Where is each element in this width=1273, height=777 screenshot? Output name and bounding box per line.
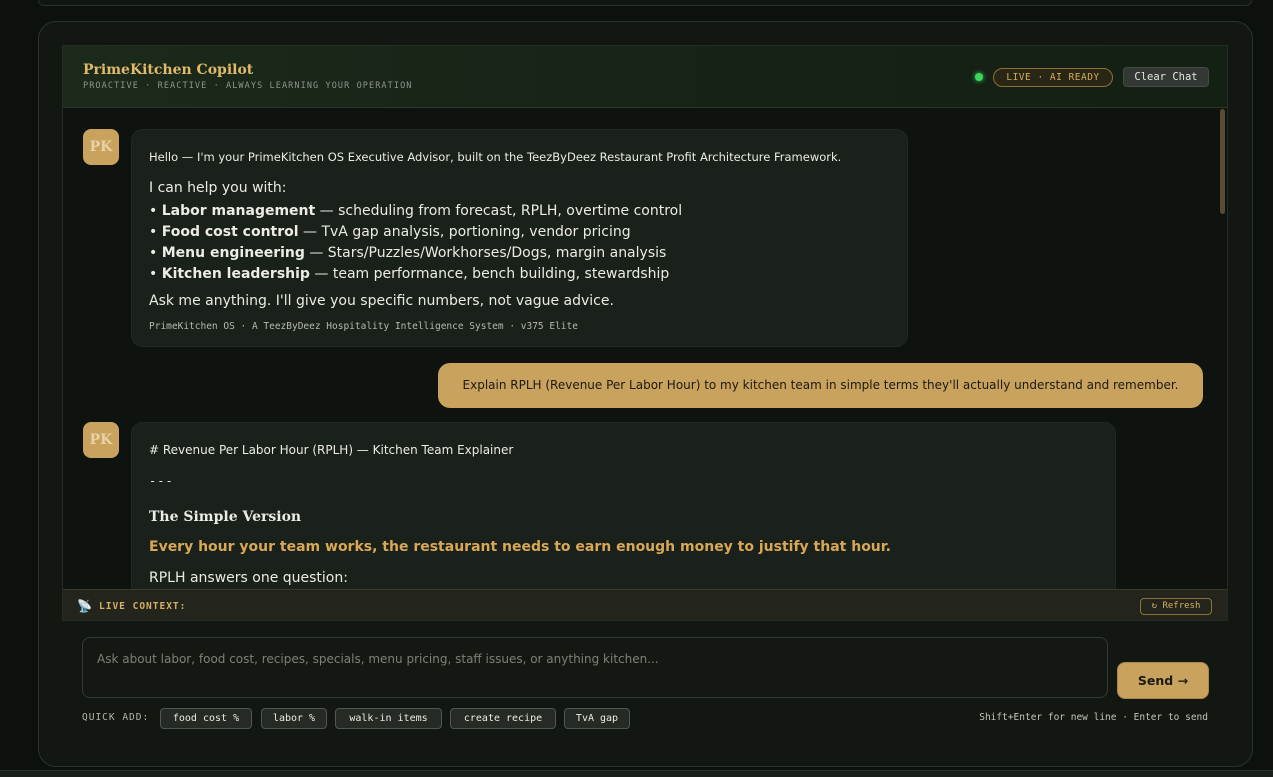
reply-subheading: The Simple Version: [149, 509, 302, 525]
clear-chat-button[interactable]: Clear Chat: [1123, 67, 1209, 87]
reply-heading: # Revenue Per Labor Hour (RPLH) — Kitche…: [149, 443, 514, 457]
assistant-avatar: PK: [83, 129, 119, 165]
welcome-intro: Hello — I'm your PrimeKitchen OS Executi…: [149, 150, 842, 164]
live-status-dot-icon: [975, 73, 983, 81]
refresh-context-button[interactable]: ↻ Refresh: [1140, 598, 1212, 615]
chat-input[interactable]: [82, 637, 1108, 698]
quick-add-labor[interactable]: labor %: [261, 708, 327, 729]
capability-list: • Labor management — scheduling from for…: [149, 201, 682, 285]
quick-add-create-recipe[interactable]: create recipe: [450, 708, 556, 729]
live-context-label: LIVE CONTEXT:: [99, 601, 187, 612]
chat-header: PrimeKitchen Copilot PROACTIVE · REACTIV…: [63, 46, 1227, 108]
app-title: PrimeKitchen Copilot: [83, 62, 254, 78]
list-item: • Kitchen leadership — team performance,…: [149, 266, 670, 282]
status-badge: LIVE · AI READY: [993, 68, 1113, 87]
reply-divider: ---: [149, 474, 174, 488]
list-item: • Food cost control — TvA gap analysis, …: [149, 224, 631, 240]
live-context-bar: 📡 LIVE CONTEXT: ↻ Refresh: [63, 589, 1227, 620]
bottom-panel-edge: [0, 770, 1273, 777]
assistant-avatar: PK: [83, 422, 119, 458]
app-subtitle: PROACTIVE · REACTIVE · ALWAYS LEARNING Y…: [83, 81, 413, 91]
welcome-footer: PrimeKitchen OS · A TeezByDeez Hospitali…: [149, 321, 578, 332]
quick-add-label: QUICK ADD:: [82, 712, 150, 723]
list-item: • Labor management — scheduling from for…: [149, 203, 683, 219]
top-panel-edge: [38, 0, 1252, 6]
send-button[interactable]: Send →: [1117, 662, 1209, 699]
list-item: • Menu engineering — Stars/Puzzles/Workh…: [149, 245, 667, 261]
user-message: Explain RPLH (Revenue Per Labor Hour) to…: [438, 363, 1203, 408]
messages-scrollbar[interactable]: [1220, 109, 1225, 214]
quick-add-food-cost[interactable]: food cost %: [160, 708, 252, 729]
quick-add-tva-gap[interactable]: TvA gap: [564, 708, 630, 729]
assistant-welcome-message: Hello — I'm your PrimeKitchen OS Executi…: [131, 129, 908, 347]
welcome-ask: Ask me anything. I'll give you specific …: [149, 293, 614, 309]
assistant-reply-message: # Revenue Per Labor Hour (RPLH) — Kitche…: [131, 422, 1116, 589]
satellite-icon: 📡: [77, 599, 92, 613]
message-list[interactable]: PK Hello — I'm your PrimeKitchen OS Exec…: [63, 108, 1227, 589]
keyboard-hint: Shift+Enter for new line · Enter to send: [979, 712, 1208, 723]
welcome-lead: I can help you with:: [149, 180, 287, 196]
chat-window: PrimeKitchen Copilot PROACTIVE · REACTIV…: [62, 45, 1228, 621]
quick-add-walk-in-items[interactable]: walk-in items: [335, 708, 442, 729]
reply-paragraph: RPLH answers one question:: [149, 570, 348, 586]
reply-highlight: Every hour your team works, the restaura…: [149, 539, 891, 555]
